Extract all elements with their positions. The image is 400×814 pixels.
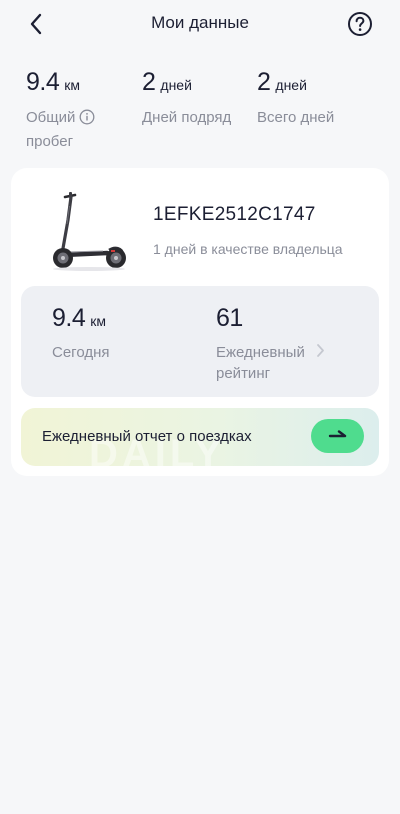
- streak-days-label: Дней подряд: [142, 109, 232, 126]
- question-circle-icon: [348, 12, 372, 36]
- info-icon[interactable]: [79, 109, 95, 131]
- scooter-image: [53, 192, 126, 271]
- streak-days-value: 2: [142, 68, 156, 96]
- streak-days-stat: 2 дней Дней подряд: [142, 68, 231, 128]
- total-days-stat: 2 дней Всего дней: [257, 68, 334, 128]
- screen: Мои данные 9.4 км Общий пробег 2 дней Дн…: [0, 0, 400, 814]
- today-mileage: 9.4 км Сегодня: [52, 304, 110, 363]
- streak-days-unit: дней: [160, 77, 192, 93]
- total-mileage-unit: км: [64, 77, 81, 93]
- header: Мои данные: [0, 0, 400, 48]
- help-button[interactable]: [347, 11, 373, 37]
- daily-rating[interactable]: 61 Ежедневный рейтинг: [216, 304, 305, 384]
- arrow-right-icon: [328, 430, 346, 438]
- total-days-unit: дней: [275, 77, 307, 93]
- chevron-right-icon[interactable]: [316, 343, 325, 358]
- total-days-label: Всего дней: [257, 109, 335, 126]
- total-mileage-value: 9.4: [26, 68, 60, 96]
- total-mileage-label: Общий: [26, 109, 76, 126]
- total-mileage-label-2: пробег: [26, 133, 74, 150]
- vehicle-serial: 1EFKE2512C1747: [153, 204, 316, 225]
- daily-rating-value: 61: [216, 304, 243, 332]
- daily-rating-label: Ежедневный: [216, 344, 305, 361]
- today-mileage-value: 9.4: [52, 304, 86, 332]
- ownership-days: 1 дней в качестве владельца: [153, 241, 343, 257]
- daily-report-bar[interactable]: DAILY Ежедневный отчет о поездках: [21, 408, 379, 466]
- today-mileage-label: Сегодня: [52, 344, 110, 361]
- total-mileage-stat: 9.4 км Общий пробег: [26, 68, 95, 152]
- daily-stats-panel: 9.4 км Сегодня 61 Ежедневный рейтинг: [21, 286, 379, 397]
- today-mileage-unit: км: [90, 313, 107, 329]
- total-days-value: 2: [257, 68, 271, 96]
- daily-report-label: Ежедневный отчет о поездках: [42, 428, 252, 445]
- vehicle-card: 1EFKE2512C1747 1 дней в качестве владель…: [11, 168, 389, 476]
- page-title: Мои данные: [151, 13, 249, 32]
- summary-stats: 9.4 км Общий пробег 2 дней Дней подряд 2…: [0, 68, 400, 158]
- daily-report-button[interactable]: [311, 419, 364, 453]
- daily-rating-label-2: рейтинг: [216, 365, 271, 382]
